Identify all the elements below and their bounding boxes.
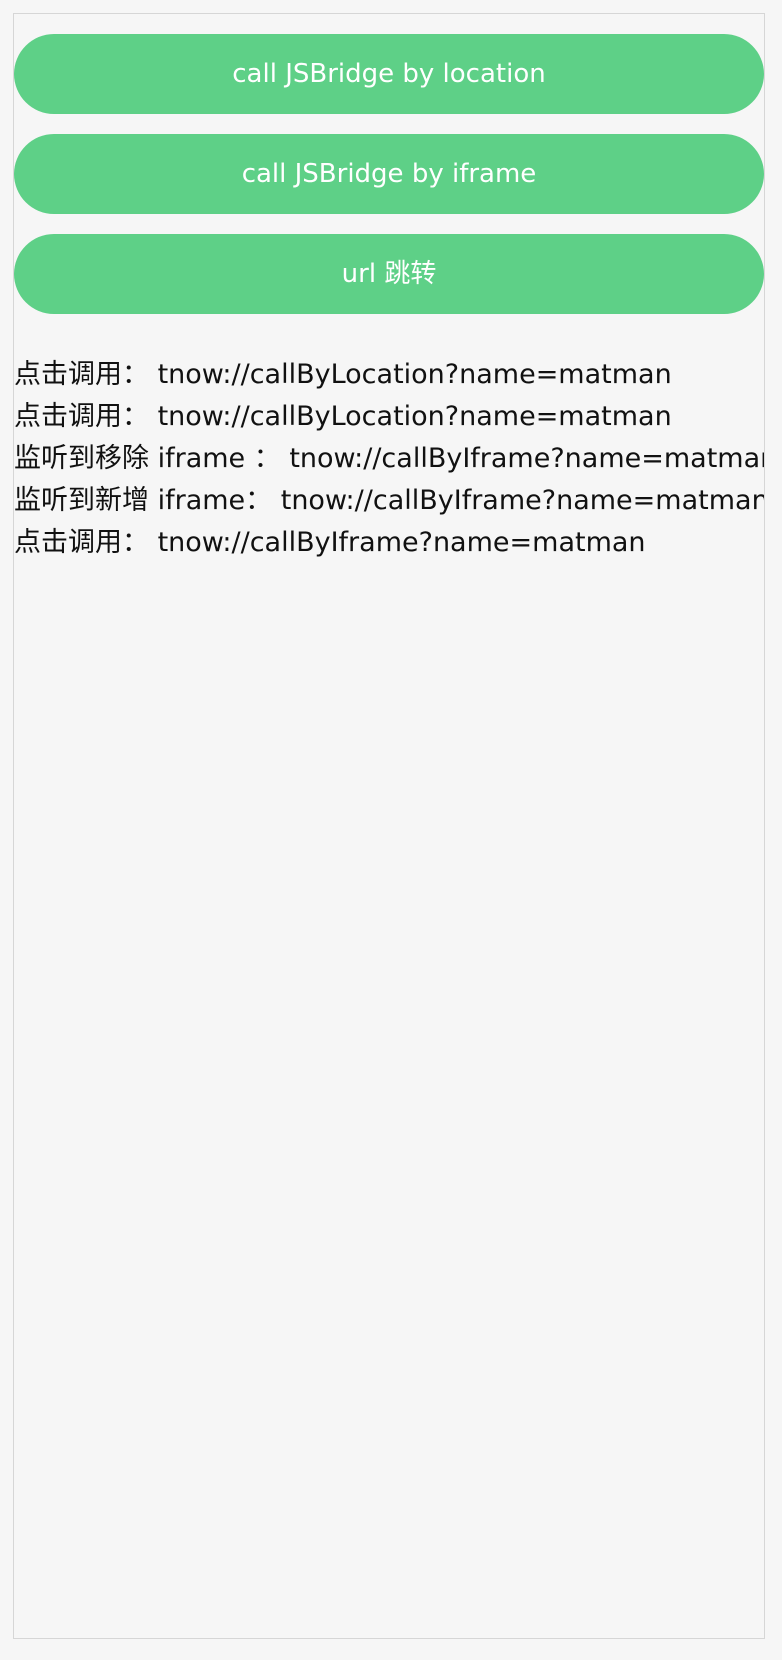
webview-frame: call JSBridge by location call JSBridge … (13, 13, 765, 1639)
button-stack: call JSBridge by location call JSBridge … (14, 34, 764, 334)
log-line: 监听到移除 iframe ： tnow://callByIframe?name=… (14, 443, 764, 474)
log-line: 点击调用： tnow://callByLocation?name=matman (14, 359, 672, 390)
url-redirect-button[interactable]: url 跳转 (14, 234, 764, 314)
log-line: 点击调用： tnow://callByLocation?name=matman (14, 401, 672, 432)
call-by-iframe-button[interactable]: call JSBridge by iframe (14, 134, 764, 214)
event-log: 点击调用： tnow://callByLocation?name=matman … (14, 354, 764, 564)
log-line: 监听到新增 iframe： tnow://callByIframe?name=m… (14, 485, 764, 516)
call-by-location-button[interactable]: call JSBridge by location (14, 34, 764, 114)
log-line: 点击调用： tnow://callByIframe?name=matman (14, 527, 646, 558)
